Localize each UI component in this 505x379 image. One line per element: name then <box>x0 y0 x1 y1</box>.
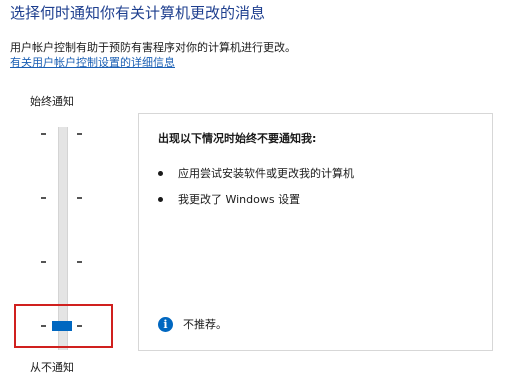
slider-top-label: 始终通知 <box>30 95 74 108</box>
bullet-icon <box>158 196 163 202</box>
slider-tick-right-level-4 <box>77 133 82 135</box>
slider-tick-right-level-2 <box>77 261 82 263</box>
info-icon: i <box>158 316 173 332</box>
list-item: 应用尝试安装软件或更改我的计算机 <box>158 165 354 181</box>
slider-bottom-label: 从不通知 <box>30 361 74 374</box>
uac-settings-help-link[interactable]: 有关用户帐户控制设置的详细信息 <box>10 54 175 70</box>
slider-tick-right-level-3 <box>77 197 82 199</box>
list-item: 我更改了 Windows 设置 <box>158 191 300 207</box>
slider-tick-left-level-3 <box>41 197 46 199</box>
slider-tick-left-level-4 <box>41 133 46 135</box>
bullet-text: 我更改了 Windows 设置 <box>178 193 301 206</box>
level-description-panel: 出现以下情况时始终不要通知我: 应用尝试安装软件或更改我的计算机 我更改了 Wi… <box>138 113 493 351</box>
page-description: 用户帐户控制有助于预防有害程序对你的计算机进行更改。 <box>10 41 296 54</box>
bullet-text: 应用尝试安装软件或更改我的计算机 <box>178 167 354 180</box>
note-text: 不推荐。 <box>183 318 227 331</box>
panel-heading: 出现以下情况时始终不要通知我: <box>158 132 317 145</box>
page-title: 选择何时通知你有关计算机更改的消息 <box>10 4 266 22</box>
bullet-icon <box>158 170 163 176</box>
recommendation-note: i 不推荐。 <box>158 316 227 332</box>
highlight-annotation-box <box>14 304 113 348</box>
slider-tick-left-level-2 <box>41 261 46 263</box>
